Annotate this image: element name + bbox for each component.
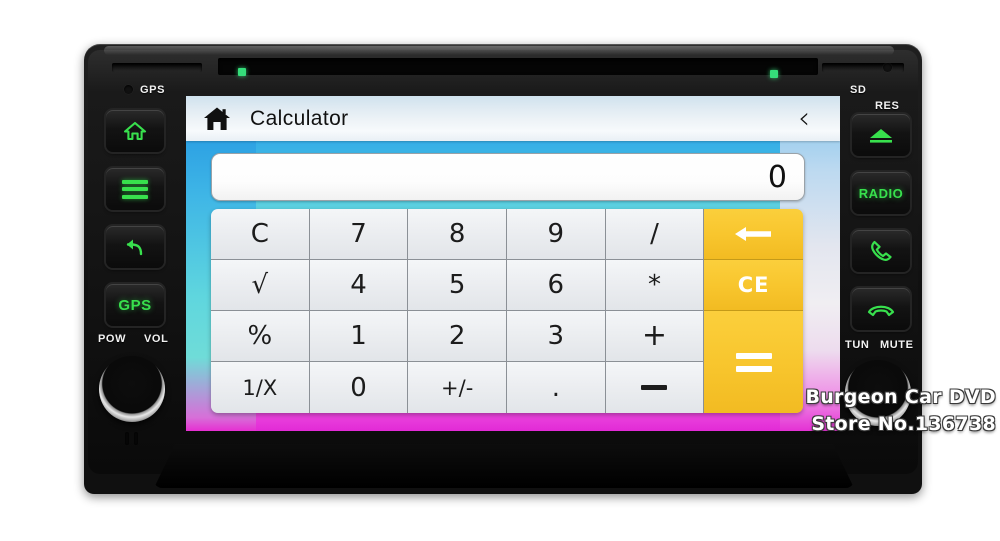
calculator-display-field[interactable]: 0 [211,153,805,201]
key-[interactable]: √ [211,260,310,311]
screenshot-root: GPS SD RES POW VOL TUN MUTE GPS RADIO Ca… [0,0,1000,541]
home-icon [123,121,147,141]
status-led-left [238,68,246,76]
hw-button-menu[interactable] [106,168,164,210]
bezel-bottom-lip [154,444,854,488]
backspace-arrow-icon [734,227,771,241]
hw-button-radio[interactable]: RADIO [852,172,910,214]
back-arrow-icon [126,239,143,256]
key-[interactable]: +/- [408,362,507,413]
label-gps: GPS [140,84,166,96]
hw-button-radio-label: RADIO [858,185,904,201]
label-tun: TUN [845,339,870,351]
equals-glyph [735,352,772,372]
key-1[interactable]: 1 [309,311,409,362]
watermark-line-1: Burgeon Car DVD [805,386,996,408]
key-8[interactable]: 8 [408,209,507,260]
power-volume-knob[interactable] [99,356,165,422]
disc-slot[interactable] [218,58,818,75]
key-C[interactable]: C [211,209,310,260]
hw-button-call[interactable] [852,230,910,272]
clear-entry-key[interactable]: CE [704,260,803,311]
equals-key[interactable] [704,311,803,413]
vent-slot [125,432,129,445]
key-[interactable]: % [211,311,310,362]
hw-button-gps[interactable]: GPS [106,284,164,326]
status-led-right [770,70,778,78]
calculator-display-value: 0 [767,159,787,195]
page-title: Calculator [250,106,349,130]
key-5[interactable]: 5 [408,260,507,311]
minus-glyph [641,385,668,390]
key-0[interactable]: 0 [309,362,409,413]
watermark-line-2: Store No.136738 [811,413,996,435]
backspace-key[interactable] [704,209,803,260]
reset-pinhole[interactable] [883,63,892,72]
chevron-left-icon[interactable]: ‹ [798,103,810,134]
sd-card-slot-left[interactable] [112,63,202,72]
label-pow: POW [98,333,127,345]
key-[interactable]: / [605,209,705,260]
key-[interactable]: * [605,260,705,311]
app-title-bar: Calculator ‹ [186,96,840,141]
key-1X[interactable]: 1/X [211,362,310,413]
menu-bars-icon [122,179,148,199]
phone-answer-icon [871,240,892,261]
phone-hangup-icon [867,305,895,317]
key-7[interactable]: 7 [309,209,409,260]
touchscreen-display[interactable]: Calculator ‹ 0 C 7 8 9/√ 4 5 6 * CE% 1 2 3 +1/X 0 +/-. [186,96,840,431]
hw-button-eject[interactable] [852,114,910,156]
calculator-keypad[interactable]: C 7 8 9/ √ 4 5 6 * CE% 1 2 3 +1/X 0 +/-. [211,209,803,413]
key-[interactable] [605,362,705,413]
microphone-dot-left [124,85,133,94]
hw-button-back[interactable] [106,226,164,268]
vent-slot [134,432,138,445]
hw-button-home[interactable] [106,110,164,152]
label-mute: MUTE [880,339,914,351]
label-vol: VOL [144,333,169,345]
label-res: RES [875,100,900,112]
key-2[interactable]: 2 [408,311,507,362]
hw-button-hangup[interactable] [852,288,910,330]
key-4[interactable]: 4 [309,260,409,311]
key-.[interactable]: . [506,362,606,413]
hw-button-gps-label: GPS [118,296,152,314]
label-sd: SD [850,84,867,96]
key-6[interactable]: 6 [506,260,606,311]
home-icon[interactable] [202,105,232,133]
key-9[interactable]: 9 [506,209,606,260]
key-[interactable]: + [605,311,705,362]
key-3[interactable]: 3 [506,311,606,362]
eject-icon [870,129,892,143]
bezel-top-highlight [104,46,894,55]
